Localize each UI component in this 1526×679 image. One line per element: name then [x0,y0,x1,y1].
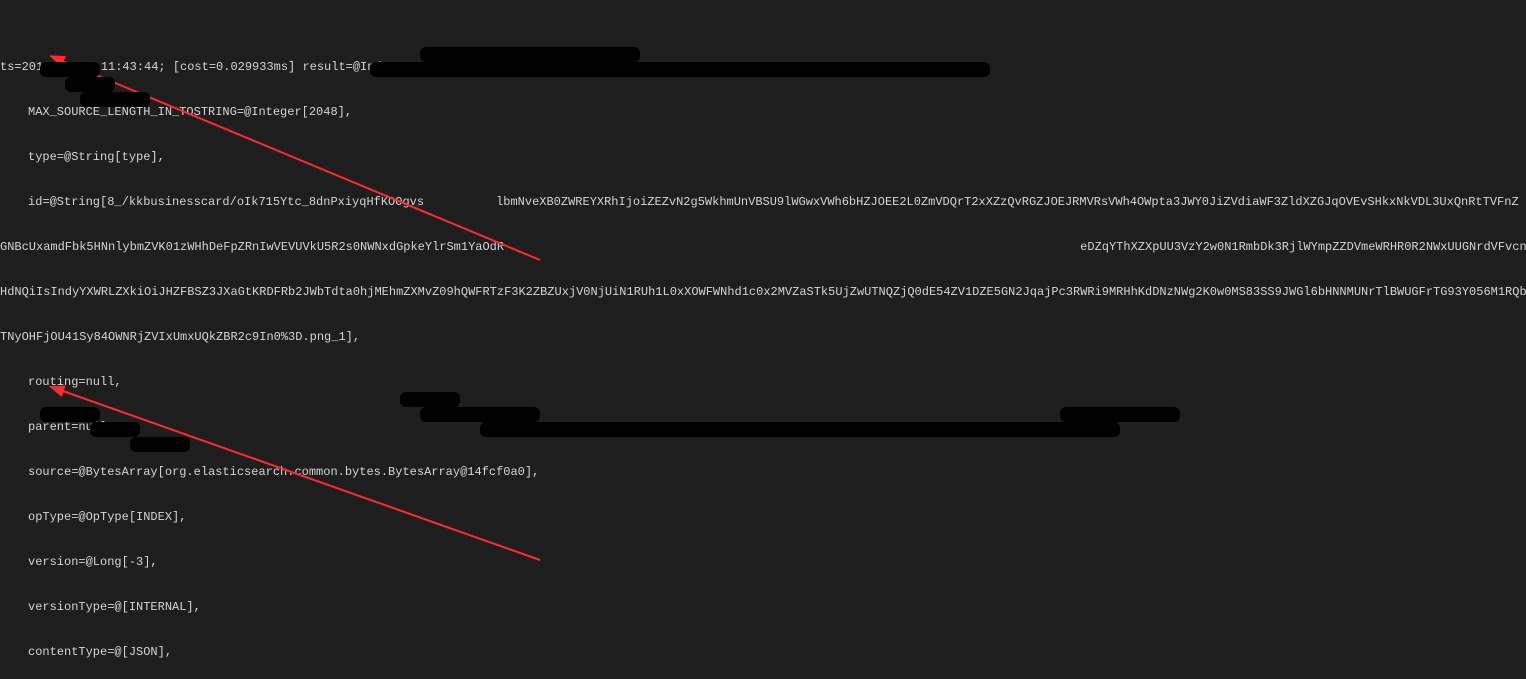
field-max-source: MAX_SOURCE_LENGTH_IN_TOSTRING=@Integer[2… [0,105,1526,120]
field-routing: routing=null, [0,375,1526,390]
field-parent: parent=null, [0,420,1526,435]
field-optype: opType=@OpType[INDEX], [0,510,1526,525]
field-version: version=@Long[-3], [0,555,1526,570]
field-content-type: contentType=@[JSON], [0,645,1526,660]
field-version-type: versionType=@[INTERNAL], [0,600,1526,615]
field-id-line-3: HdNQiIsIndyYXWRLZXkiOiJHZFBSZ3JXaGtKRDFR… [0,285,1526,300]
redaction-mark [400,392,460,407]
field-id-line-1: id=@String[8_/kkbusinesscard/oIk715Ytc_8… [0,195,1526,210]
field-source: source=@BytesArray[org.elasticsearch.com… [0,465,1526,480]
terminal-output: ts=2019-03-01 11:43:44; [cost=0.029933ms… [0,0,1526,679]
field-id-line-4: TNyOHFjOU41Sy84OWNRjZVIxUmxUQkZBR2c9In0%… [0,330,1526,345]
log-header: ts=2019-03-01 11:43:44; [cost=0.029933ms… [0,60,1526,75]
redaction-mark [65,77,115,92]
field-id-line-2: GNBcUxamdFbk5HNnlybmZVK01zWHhDeFpZRnIwVE… [0,240,1526,255]
field-type: type=@String[type], [0,150,1526,165]
redaction-mark [130,437,190,452]
